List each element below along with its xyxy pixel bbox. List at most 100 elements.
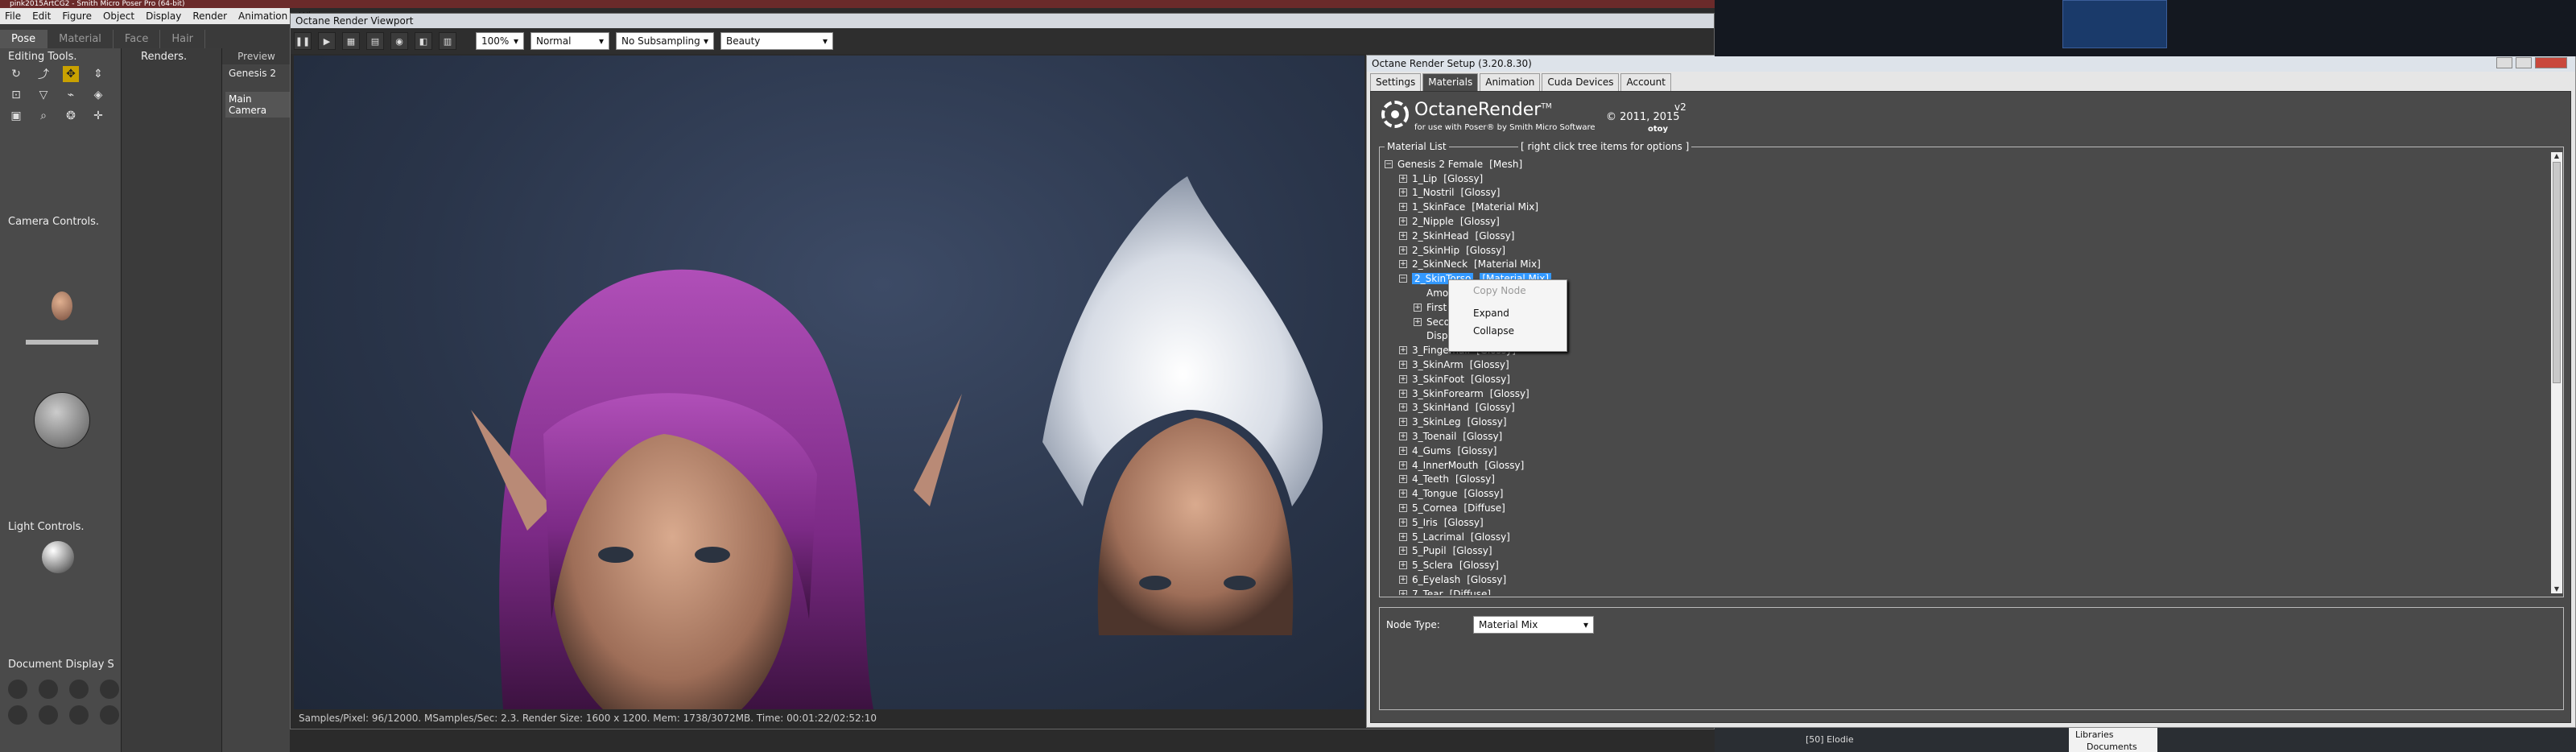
tree-row[interactable]: +3_SkinFoot [Glossy] [1385,372,2548,386]
translate-in-out-tool-icon[interactable]: ⇕ [90,66,106,82]
expand-icon[interactable]: + [1399,561,1407,570]
display-style-icon[interactable] [8,705,27,725]
expand-icon[interactable]: + [1399,346,1407,355]
expand-icon[interactable]: + [1399,418,1407,427]
expand-icon[interactable]: + [1399,188,1407,197]
expand-icon[interactable]: + [1399,504,1407,513]
region-icon[interactable]: ▦ [342,32,360,50]
expand-icon[interactable]: + [1399,246,1407,254]
tree-row[interactable]: +6_Eyelash [Glossy] [1385,572,2548,587]
tree-row[interactable]: +3_SkinForearm [Glossy] [1385,386,2548,401]
expand-icon[interactable]: + [1399,475,1407,484]
subsampling-select[interactable]: No Subsampling ▾ [616,32,714,50]
menu-display[interactable]: Display [146,10,181,22]
tree-row[interactable]: +1_Nostril [Glossy] [1385,186,2548,200]
zoom-select[interactable]: 100% ▾ [476,32,524,50]
tab-animation[interactable]: Animation [1480,73,1541,91]
tab-materials[interactable]: Materials [1422,73,1479,91]
menu-file[interactable]: File [5,10,21,22]
expand-icon[interactable]: + [1399,518,1407,527]
tree-row[interactable]: +4_InnerMouth [Glossy] [1385,458,2548,473]
scroll-up-icon[interactable]: ▲ [2551,152,2562,160]
menu-collapse[interactable]: Collapse [1449,322,1567,340]
menu-animation[interactable]: Animation [238,10,287,22]
morphing-tool-icon[interactable]: ❂ [63,108,79,124]
expand-icon[interactable]: + [1399,589,1407,595]
material-pick-icon[interactable]: ◧ [415,32,432,50]
translate-tool-icon[interactable]: ✥ [63,66,79,82]
expand-icon[interactable]: + [1399,490,1407,498]
collapse-icon[interactable]: − [1399,275,1407,283]
camera-selector[interactable]: Main Camera [225,92,290,118]
tree-row[interactable]: +5_Cornea [Diffuse] [1385,501,2548,515]
display-style-icon[interactable] [100,680,119,699]
tree-row[interactable]: − Genesis 2 Female [Mesh] [1385,157,2548,171]
pause-icon[interactable]: ❚❚ [294,32,312,50]
tree-row[interactable]: +4_Tongue [Glossy] [1385,486,2548,501]
tree-row[interactable]: +1_Lip [Glossy] [1385,171,2548,186]
grouping-tool-icon[interactable]: ▣ [8,108,24,124]
tree-row[interactable]: +4_Gums [Glossy] [1385,444,2548,458]
tab-material[interactable]: Material [47,30,114,48]
tree-row[interactable]: +5_Pupil [Glossy] [1385,544,2548,559]
tree-row[interactable]: +5_Sclera [Glossy] [1385,558,2548,572]
display-style-icon[interactable] [39,705,58,725]
camera-plane-icon[interactable] [26,340,98,345]
tree-row[interactable]: +2_SkinNeck [Material Mix] [1385,258,2548,272]
expand-icon[interactable]: + [1399,547,1407,556]
render-image[interactable] [294,56,1364,709]
expand-icon[interactable]: + [1399,461,1407,469]
expand-icon[interactable]: + [1399,260,1407,269]
scrollbar-thumb[interactable] [2553,162,2561,383]
figure-selector[interactable]: Genesis 2 [229,68,276,79]
focus-pick-icon[interactable]: ◉ [390,32,408,50]
scale-tool-icon[interactable]: ⊡ [8,87,24,103]
expand-icon[interactable]: + [1399,446,1407,455]
camera-face-icon[interactable] [52,291,72,320]
scroll-down-icon[interactable]: ▼ [2551,585,2562,593]
close-icon[interactable] [2535,57,2567,68]
expand-icon[interactable]: + [1414,303,1422,312]
expand-icon[interactable]: + [1399,403,1407,412]
taper-tool-icon[interactable]: ▽ [35,87,52,103]
menu-copy-node[interactable]: Copy Node [1449,282,1567,300]
film-icon[interactable]: ▥ [439,32,456,50]
tree-row[interactable]: +3_SkinArm [Glossy] [1385,357,2548,372]
display-style-icon[interactable] [69,705,89,725]
display-style-icon[interactable] [8,680,27,699]
color-tool-icon[interactable]: ◈ [90,87,106,103]
tree-row[interactable]: +3_SkinLeg [Glossy] [1385,415,2548,429]
expand-icon[interactable]: + [1399,374,1407,383]
mode-select[interactable]: Normal ▾ [530,32,609,50]
light-sphere-icon[interactable] [42,541,74,573]
tree-row[interactable]: +4_Teeth [Glossy] [1385,473,2548,487]
preview-tab[interactable]: Preview [222,48,291,64]
node-type-select[interactable]: Material Mix ▾ [1473,616,1594,634]
expand-icon[interactable]: + [1414,317,1422,326]
tree-row[interactable]: +3_SkinHand [Glossy] [1385,401,2548,415]
collapse-icon[interactable]: − [1385,159,1393,168]
expand-icon[interactable]: + [1399,203,1407,212]
expand-icon[interactable]: + [1399,361,1407,370]
expand-icon[interactable]: + [1399,217,1407,226]
tree-row[interactable]: +5_Iris [Glossy] [1385,515,2548,530]
tab-cuda-devices[interactable]: Cuda Devices [1542,73,1620,91]
menu-render[interactable]: Render [192,10,227,22]
twist-tool-icon[interactable]: ⤴ [35,66,52,82]
display-style-icon[interactable] [39,680,58,699]
library-item[interactable]: [50] Elodie [1806,734,1854,745]
expand-icon[interactable]: + [1399,432,1407,441]
display-style-icon[interactable] [69,680,89,699]
tree-row[interactable]: +5_Lacrimal [Glossy] [1385,530,2548,544]
tab-hair[interactable]: Hair [160,30,206,48]
expand-icon[interactable]: + [1399,389,1407,398]
play-icon[interactable]: ▶ [318,32,336,50]
chain-break-tool-icon[interactable]: ⌁ [63,87,79,103]
display-style-icon[interactable] [100,705,119,725]
view-magnifier-icon[interactable]: ⌕ [35,108,52,124]
menu-edit[interactable]: Edit [32,10,51,22]
expand-icon[interactable]: + [1399,532,1407,541]
rotate-tool-icon[interactable]: ↻ [8,66,24,82]
minimize-icon[interactable] [2496,57,2512,68]
material-tree-scrollbar[interactable]: ▲ ▼ [2551,152,2562,593]
